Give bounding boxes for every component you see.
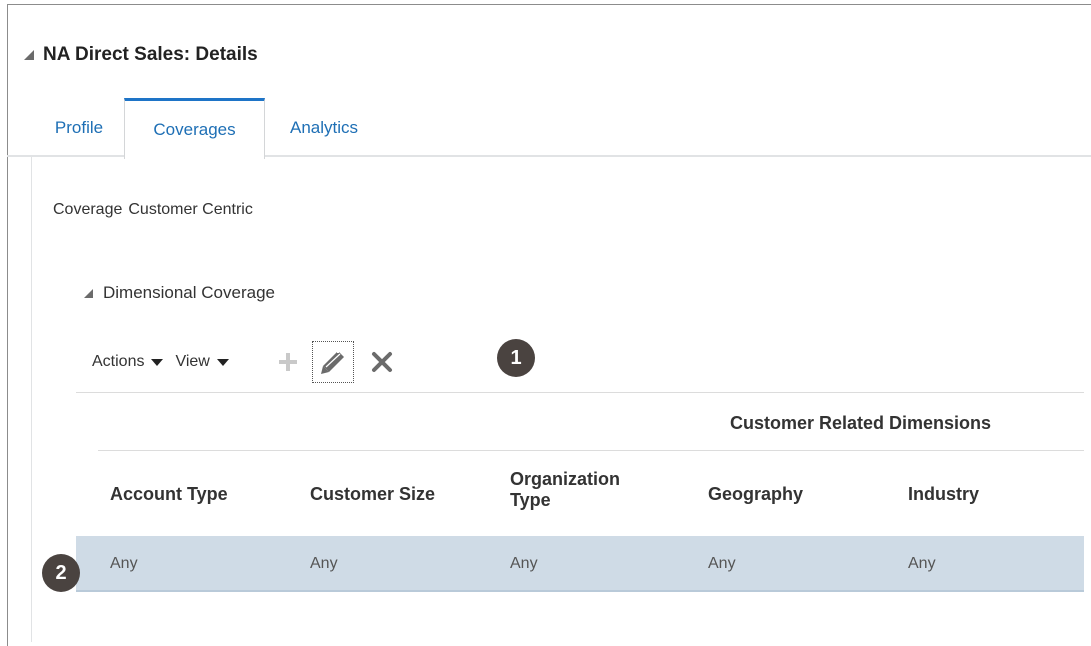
actions-menu-label: Actions [92,353,145,370]
column-header-geography[interactable]: Geography [708,484,803,505]
edit-icon[interactable] [311,341,354,383]
column-header-industry[interactable]: Industry [908,484,979,505]
chevron-down-icon [216,358,229,366]
plus-icon[interactable] [275,349,301,375]
coverage-value: Customer Centric [128,201,253,218]
actions-menu[interactable]: Actions [92,353,164,371]
tab-analytics[interactable]: Analytics [269,98,379,157]
collapse-triangle-icon[interactable] [84,288,93,298]
cell-geography: Any [708,555,736,572]
group-column-header: Customer Related Dimensions [730,413,992,433]
view-menu[interactable]: View [175,353,229,371]
coverage-label: Coverage [53,201,123,218]
view-menu-label: View [175,353,210,370]
tab-bar: Profile Coverages Analytics [7,98,1091,159]
cell-customer-size: Any [310,555,338,572]
details-section-header[interactable]: NA Direct Sales: Details [24,44,258,66]
table-toolbar: Actions View [92,341,396,383]
tab-coverages[interactable]: Coverages [124,98,265,159]
chevron-down-icon [151,358,164,366]
coverage-field: Coverage Customer Centric [53,201,253,219]
collapse-triangle-icon[interactable] [24,50,34,60]
column-header-account-type[interactable]: Account Type [110,484,228,505]
tab-profile[interactable]: Profile [39,98,119,157]
header-divider [98,450,1084,451]
cell-account-type: Any [110,555,138,572]
delete-icon[interactable] [368,348,396,376]
cell-organization-type: Any [510,555,538,572]
callout-badge-2: 2 [42,554,80,592]
column-header-customer-size[interactable]: Customer Size [310,484,435,505]
column-header-organization-type[interactable]: Organization Type [510,469,660,511]
section-title: NA Direct Sales: Details [43,44,258,65]
dimensional-coverage-header[interactable]: Dimensional Coverage [84,283,275,303]
dimensional-coverage-title: Dimensional Coverage [103,283,275,302]
callout-badge-1: 1 [497,339,535,377]
cell-industry: Any [908,555,936,572]
